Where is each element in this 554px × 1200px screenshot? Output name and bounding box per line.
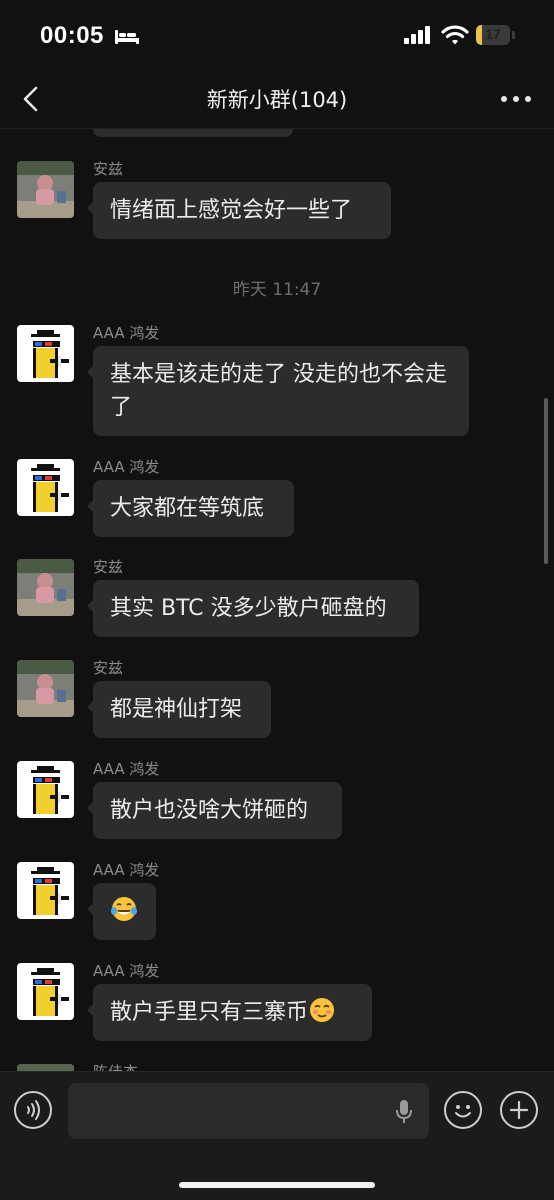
user-avatar[interactable]: [17, 660, 74, 717]
message-bubble[interactable]: 散户手里只有三寨币: [87, 984, 372, 1041]
user-avatar[interactable]: [17, 862, 74, 919]
pixel-avatar-icon: [17, 761, 74, 818]
status-bar: 00:05 17: [0, 0, 554, 70]
user-avatar[interactable]: [17, 1064, 74, 1071]
user-avatar[interactable]: [17, 325, 74, 382]
bed-icon: [115, 30, 139, 44]
voice-input-button[interactable]: [14, 1091, 52, 1129]
sender-name: AAA 鸿发: [93, 324, 160, 342]
message-timestamp: 昨天 11:47: [232, 280, 322, 300]
tears-of-joy-emoji-icon: [111, 897, 137, 921]
battery-tip: [512, 31, 515, 39]
message-list[interactable]: 安兹 情绪面上感觉会好一些了 昨天 11:47 AAA 鸿发 基本是该走的走了 …: [0, 129, 554, 1071]
sender-name: AAA 鸿发: [93, 962, 160, 980]
sender-name: 安兹: [93, 558, 124, 576]
chat-header: 新新小群(104): [0, 70, 554, 129]
voice-icon: [27, 1100, 40, 1120]
photo-avatar-icon: [17, 660, 74, 717]
user-avatar[interactable]: [17, 761, 74, 818]
more-options-button[interactable]: [496, 84, 536, 114]
message-text: 大家都在等筑底: [110, 496, 265, 521]
previous-message-bubble[interactable]: [93, 129, 293, 137]
emoji-button[interactable]: [444, 1091, 482, 1129]
user-avatar[interactable]: [17, 459, 74, 516]
photo-avatar-icon: [17, 1064, 74, 1071]
message-input[interactable]: [68, 1083, 429, 1139]
wifi-icon: [441, 25, 469, 45]
pixel-avatar-icon: [17, 862, 74, 919]
add-attachment-button[interactable]: [500, 1091, 538, 1129]
user-avatar[interactable]: [17, 963, 74, 1020]
message-text: 其实 BTC 没多少散户砸盘的: [110, 596, 387, 621]
message-bubble[interactable]: 基本是该走的走了 没走的也不会走了: [87, 346, 469, 436]
home-indicator[interactable]: [179, 1182, 375, 1188]
message-bubble[interactable]: [87, 883, 156, 940]
status-time: 00:05: [40, 22, 104, 49]
message-bubble[interactable]: 都是神仙打架: [87, 681, 271, 738]
user-avatar[interactable]: [17, 161, 74, 218]
pixel-avatar-icon: [17, 459, 74, 516]
input-bar: [0, 1071, 554, 1200]
battery-indicator: 17: [476, 25, 510, 45]
sender-name: 安兹: [93, 160, 124, 178]
flushed-smile-emoji-icon: [310, 998, 335, 1022]
pixel-avatar-icon: [17, 325, 74, 382]
photo-avatar-icon: [17, 559, 74, 616]
pixel-avatar-icon: [17, 963, 74, 1020]
sender-name: 安兹: [93, 659, 124, 677]
sender-name: 陈佳杰: [93, 1061, 138, 1071]
photo-avatar-icon: [17, 161, 74, 218]
plus-icon: [509, 1100, 529, 1120]
sender-name: AAA 鸿发: [93, 760, 160, 778]
scrollbar[interactable]: [544, 398, 548, 564]
message-text: 情绪面上感觉会好一些了: [110, 198, 353, 223]
message-text: 都是神仙打架: [110, 697, 243, 722]
message-bubble[interactable]: 大家都在等筑底: [87, 480, 294, 537]
mic-icon[interactable]: [395, 1099, 413, 1125]
sender-name: AAA 鸿发: [93, 458, 160, 476]
message-text: 基本是该走的走了 没走的也不会走了: [110, 362, 447, 420]
signal-icon: [404, 26, 430, 44]
message-text: 散户也没啥大饼砸的: [110, 798, 309, 823]
chat-title: 新新小群(104): [206, 88, 348, 112]
smiley-icon: [455, 1105, 471, 1118]
sender-name: AAA 鸿发: [93, 861, 160, 879]
message-text: 散户手里只有三寨币: [110, 1000, 309, 1025]
battery-percent: 17: [485, 26, 501, 42]
message-bubble[interactable]: 其实 BTC 没多少散户砸盘的: [87, 580, 419, 637]
message-bubble[interactable]: 散户也没啥大饼砸的: [87, 782, 342, 839]
user-avatar[interactable]: [17, 559, 74, 616]
message-bubble[interactable]: 情绪面上感觉会好一些了: [87, 182, 391, 239]
